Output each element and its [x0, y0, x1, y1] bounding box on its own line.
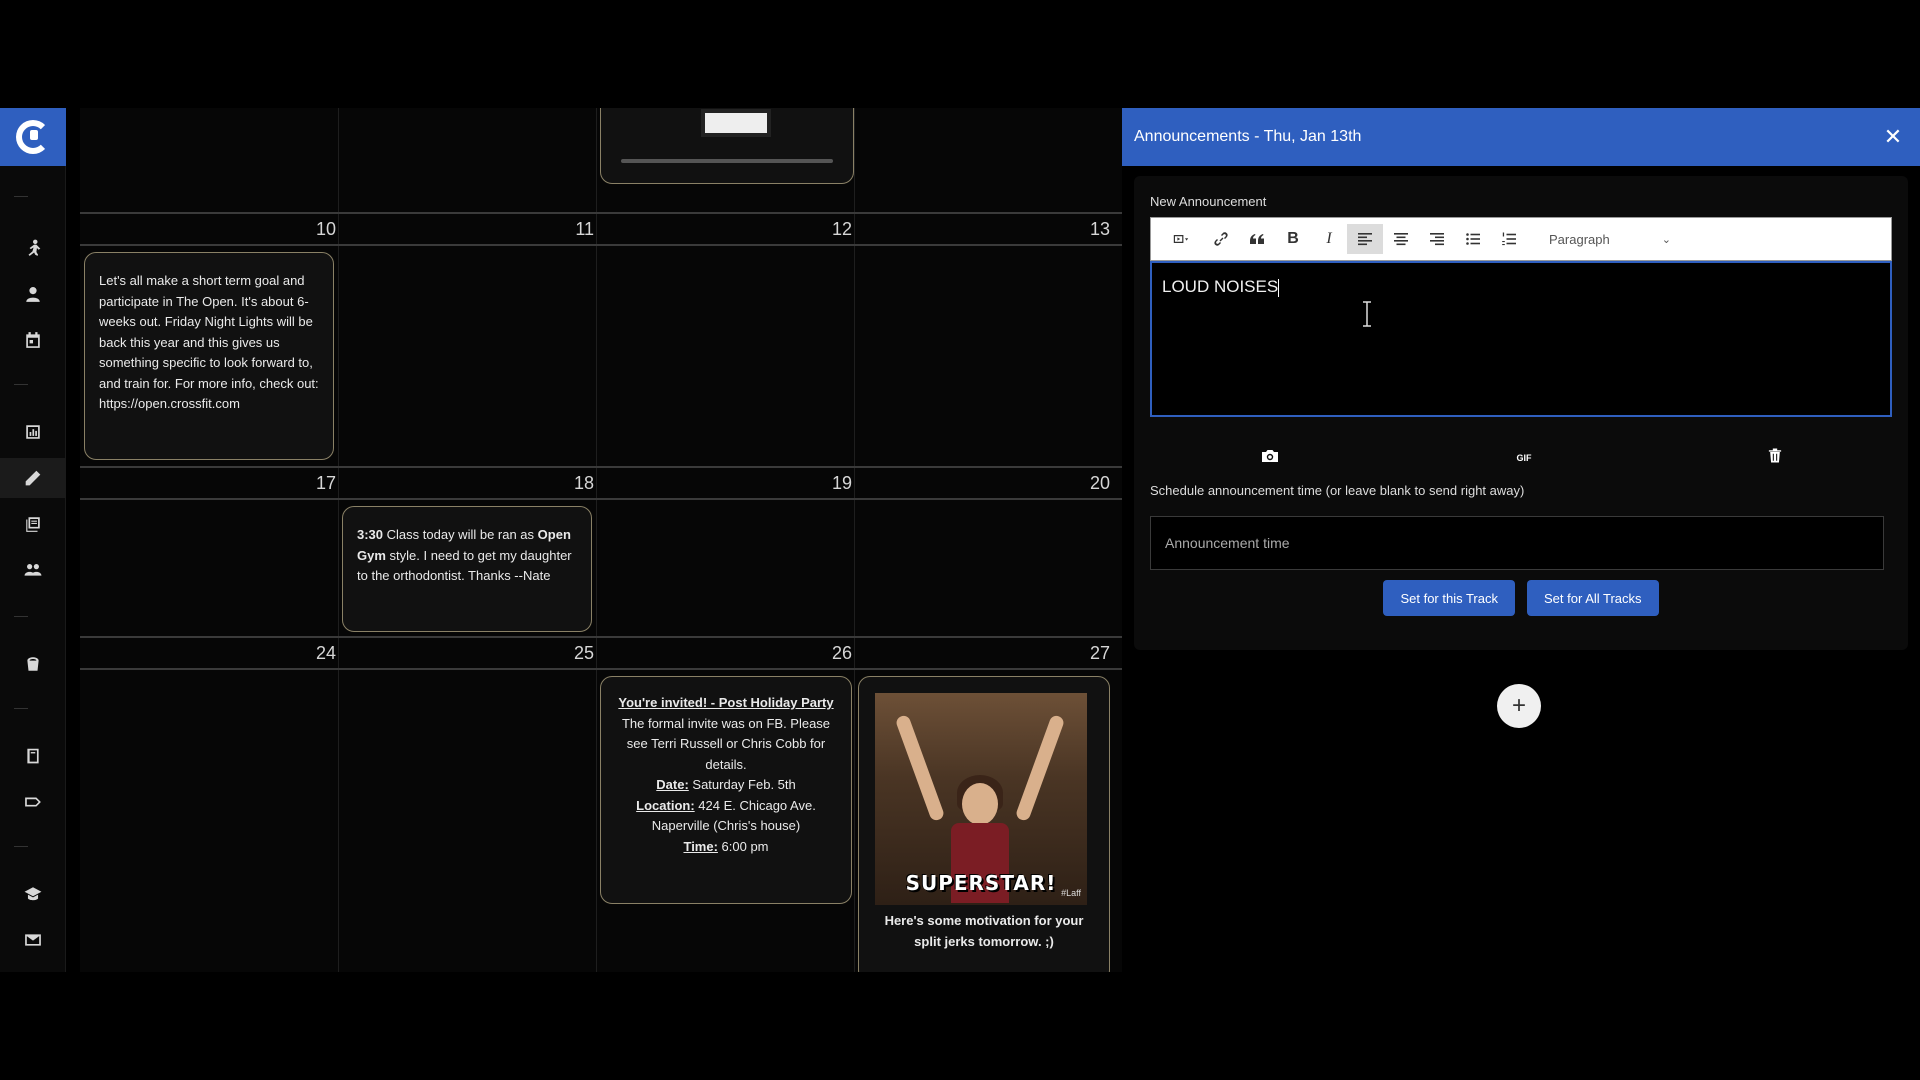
italic-icon[interactable]: I [1311, 224, 1347, 254]
runner-icon[interactable] [0, 228, 66, 268]
announcement-card[interactable]: 3:30 Class today will be ran as Open Gym… [342, 506, 592, 632]
day-number[interactable]: 13 [1070, 219, 1110, 240]
day-number[interactable]: 10 [296, 219, 336, 240]
announcements-panel: Announcements - Thu, Jan 13th ✕ New Anno… [1122, 108, 1920, 972]
day-number[interactable]: 27 [1070, 643, 1110, 664]
day-number[interactable]: 12 [812, 219, 852, 240]
day-number[interactable]: 17 [296, 473, 336, 494]
close-icon[interactable]: ✕ [1878, 124, 1908, 150]
new-announcement-label: New Announcement [1150, 194, 1267, 209]
bucket-icon[interactable] [0, 644, 66, 684]
announcement-title: You're invited! - Post Holiday Party [618, 695, 834, 710]
date-label: Date: [656, 777, 689, 792]
announcement-card[interactable]: Let's all make a short term goal and par… [84, 252, 334, 460]
thumbnail-image [701, 109, 771, 137]
trash-icon[interactable] [1768, 447, 1782, 469]
day-number[interactable]: 18 [554, 473, 594, 494]
announcement-time: 3:30 [357, 527, 384, 542]
camera-icon[interactable] [1260, 448, 1280, 469]
announcement-editor[interactable]: LOUD NOISES [1150, 261, 1892, 417]
link-icon[interactable] [1203, 224, 1239, 254]
sidebar [0, 108, 66, 972]
announcement-card[interactable]: You're invited! - Post Holiday Party The… [600, 676, 852, 904]
align-left-icon[interactable] [1347, 224, 1383, 254]
announcement-text: Here's some motivation for your split je… [884, 913, 1084, 949]
gif-caption: SUPERSTAR! [905, 870, 1057, 895]
nav-divider [14, 708, 28, 709]
time-label: Time: [683, 838, 718, 854]
nav-divider [14, 846, 28, 847]
nav-divider [14, 196, 28, 197]
blockquote-icon[interactable] [1239, 224, 1275, 254]
set-for-track-button[interactable]: Set for this Track [1383, 580, 1515, 616]
week-header: 24 25 26 27 [80, 636, 1122, 670]
panel-header: Announcements - Thu, Jan 13th ✕ [1122, 108, 1920, 166]
book-icon[interactable] [0, 736, 66, 776]
progress-track [621, 159, 833, 163]
graduation-cap-icon[interactable] [0, 874, 66, 914]
announcement-text: style. I need to get my daughter to the … [357, 547, 572, 584]
pencil-icon[interactable] [0, 458, 66, 498]
attachment-row: GIF [1150, 417, 1892, 477]
superstar-gif: SUPERSTAR! #Laff [875, 693, 1087, 905]
user-icon[interactable] [0, 274, 66, 314]
tag-icon[interactable] [0, 782, 66, 822]
day-number[interactable]: 25 [554, 643, 594, 664]
day-number[interactable]: 19 [812, 473, 852, 494]
week-header: 10 11 12 13 [80, 212, 1122, 246]
button-row: Set for this Track Set for All Tracks [1150, 580, 1892, 616]
paragraph-format-select[interactable]: Paragraph ⌄ [1545, 224, 1675, 254]
announcement-form: New Announcement B I Paragraph ⌄ LOUD NO… [1134, 176, 1908, 650]
add-announcement-button[interactable]: + [1497, 684, 1541, 728]
text-caret [1278, 278, 1280, 297]
day-number[interactable]: 20 [1070, 473, 1110, 494]
align-right-icon[interactable] [1419, 224, 1455, 254]
location-label: Location: [636, 797, 695, 813]
nav-divider [14, 384, 28, 385]
announcement-text: Let's all make a short term goal and par… [99, 273, 319, 411]
gym-logo-icon[interactable] [0, 108, 66, 166]
week-header: 17 18 19 20 [80, 466, 1122, 500]
calendar-grid: 10 11 12 13 Let's all make a short term … [80, 108, 1122, 972]
date-value: Saturday Feb. 5th [688, 777, 796, 792]
gif-icon[interactable]: GIF [1517, 453, 1532, 463]
day-number[interactable]: 24 [296, 643, 336, 664]
time-value: 6:00 pm [717, 838, 769, 854]
editor-toolbar: B I Paragraph ⌄ [1150, 217, 1892, 261]
day-number[interactable]: 26 [812, 643, 852, 664]
paragraph-format-value: Paragraph [1549, 231, 1610, 247]
schedule-label: Schedule announcement time (or leave bla… [1150, 483, 1525, 498]
align-center-icon[interactable] [1383, 224, 1419, 254]
media-embed-icon[interactable] [1159, 224, 1203, 254]
bullet-list-icon[interactable] [1455, 224, 1491, 254]
group-icon[interactable] [0, 550, 66, 590]
set-for-all-tracks-button[interactable]: Set for All Tracks [1527, 580, 1659, 616]
numbered-list-icon[interactable] [1491, 224, 1527, 254]
announcement-card[interactable]: SUPERSTAR! #Laff Here's some motivation … [858, 676, 1110, 972]
calendar-card-previous[interactable] [600, 108, 854, 184]
mail-icon[interactable] [0, 920, 66, 960]
ibeam-cursor-icon [1363, 301, 1371, 327]
bold-icon[interactable]: B [1275, 224, 1311, 254]
gif-tag: #Laff [1061, 887, 1081, 898]
editor-text: LOUD NOISES [1162, 277, 1279, 296]
calendar-icon[interactable] [0, 320, 66, 360]
announcement-time-input[interactable] [1150, 516, 1884, 570]
nav-divider [14, 616, 28, 617]
chevron-down-icon: ⌄ [1661, 233, 1671, 246]
panel-title: Announcements - Thu, Jan 13th [1134, 128, 1362, 145]
chart-icon[interactable] [0, 412, 66, 452]
announcement-text: Class today will be ran as [383, 527, 538, 542]
announcement-text: The formal invite was on FB. Please see … [621, 715, 831, 772]
day-number[interactable]: 11 [554, 219, 594, 240]
stack-icon[interactable] [0, 504, 66, 544]
